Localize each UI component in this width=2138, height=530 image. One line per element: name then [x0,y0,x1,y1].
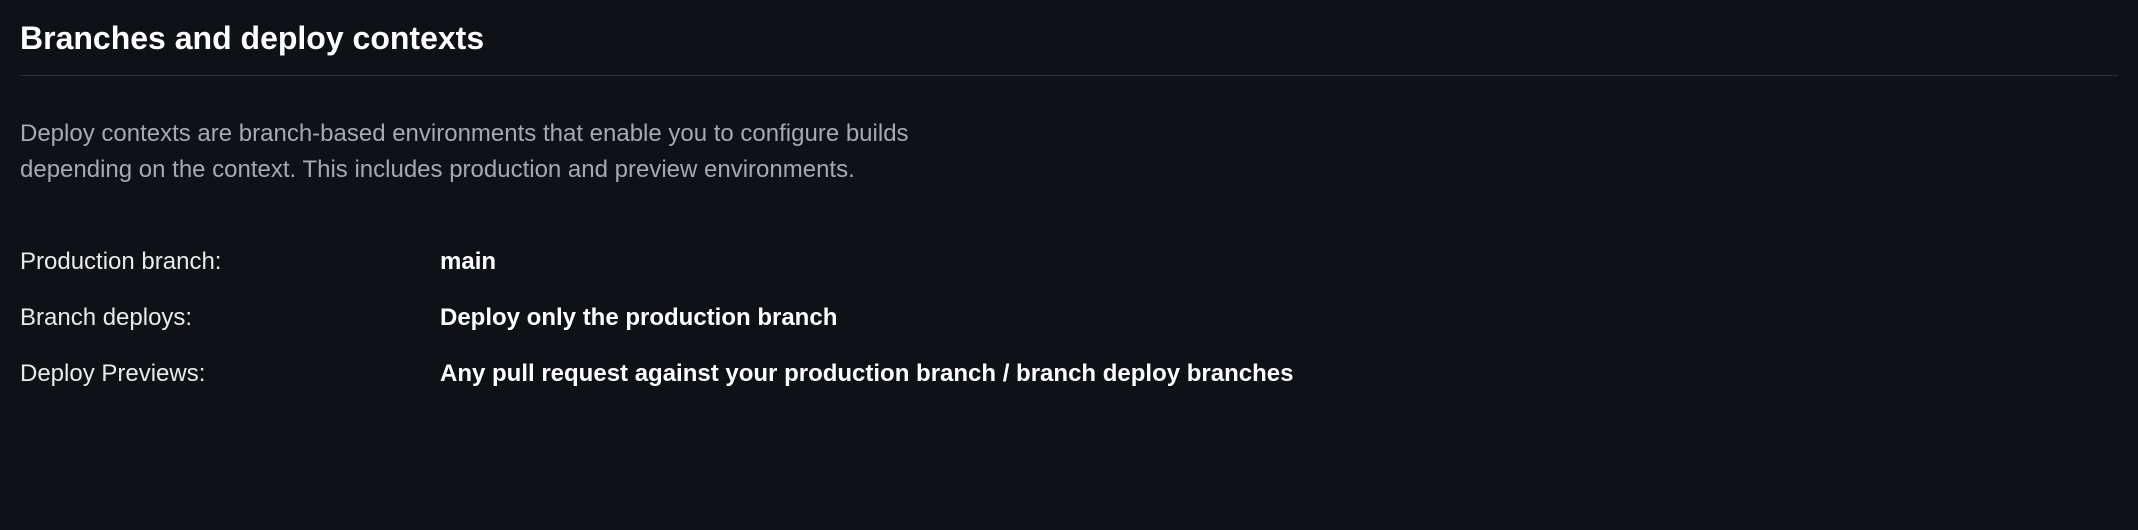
setting-value-deploy-previews: Any pull request against your production… [440,360,1293,388]
section-divider [20,75,2118,76]
setting-row-production-branch: Production branch: main [20,248,2118,276]
setting-label-production-branch: Production branch: [20,248,440,276]
setting-value-branch-deploys: Deploy only the production branch [440,304,837,332]
setting-row-branch-deploys: Branch deploys: Deploy only the producti… [20,304,2118,332]
setting-label-deploy-previews: Deploy Previews: [20,360,440,388]
setting-value-production-branch: main [440,248,496,276]
section-title: Branches and deploy contexts [20,20,2118,75]
setting-label-branch-deploys: Branch deploys: [20,304,440,332]
section-description: Deploy contexts are branch-based environ… [20,116,920,188]
setting-row-deploy-previews: Deploy Previews: Any pull request agains… [20,360,2118,388]
